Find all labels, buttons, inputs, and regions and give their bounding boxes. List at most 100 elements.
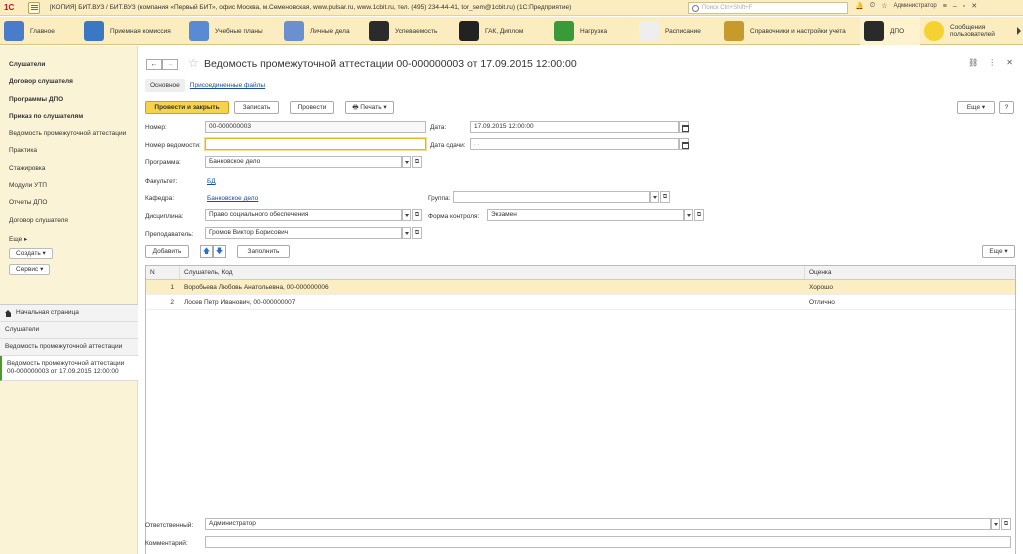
nav-item[interactable]: Приказ по слушателям <box>9 113 137 130</box>
department-link[interactable]: Банковское дело <box>207 195 258 202</box>
nav-item[interactable]: Слушатели <box>9 61 137 78</box>
sheet-number-field[interactable] <box>205 138 426 150</box>
department-label: Кафедра: <box>145 195 175 202</box>
nav-item[interactable]: Отчеты ДПО <box>9 199 137 216</box>
move-down-icon[interactable]: 🡇 <box>213 245 226 258</box>
link-icon[interactable]: ⛓ <box>968 58 978 67</box>
tab-main[interactable]: Основное <box>145 79 185 92</box>
nav-item[interactable]: Ведомость промежуточной аттестации <box>9 130 137 147</box>
calendar-icon[interactable] <box>679 121 689 133</box>
teacher-field[interactable]: Громов Виктор Борисович <box>205 227 402 239</box>
table-more-label: Еще <box>989 248 1003 255</box>
section-item[interactable]: Личные дела <box>280 17 365 45</box>
post-button[interactable]: Провести <box>290 101 334 114</box>
group-open-icon[interactable]: ⧉ <box>660 191 670 203</box>
control-form-open-icon[interactable]: ⧉ <box>694 209 704 221</box>
open-window-item[interactable]: Ведомость промежуточной аттестации <box>0 339 138 356</box>
favorite-star-icon[interactable]: ☆ <box>188 56 199 70</box>
number-field[interactable]: 00-000000003 <box>205 121 426 133</box>
control-form-field[interactable]: Экзамен <box>487 209 684 221</box>
form-title-tools: ⛓ ⋮ ✕ <box>968 58 1013 67</box>
teacher-label: Преподаватель: <box>145 231 194 238</box>
group-dropdown-icon[interactable] <box>650 191 659 203</box>
program-field[interactable]: Банковское дело <box>205 156 402 168</box>
group-field[interactable] <box>453 191 650 203</box>
table-more-button[interactable]: Еще ▾ <box>982 245 1015 258</box>
responsible-field[interactable]: Администратор <box>205 518 991 530</box>
section-item[interactable]: Учебные планы <box>185 17 280 45</box>
control-form-dropdown-icon[interactable] <box>684 209 693 221</box>
table-row[interactable]: 1 Воробьева Любовь Анатольевна, 00-00000… <box>146 280 1015 295</box>
nav-item[interactable]: Договор слушателя <box>9 217 137 234</box>
nav-more-link[interactable]: Еще ▸ <box>9 235 137 243</box>
table-row[interactable]: 2 Лосев Петр Иванович, 00-000000007 Отли… <box>146 295 1015 310</box>
main-menu-icon[interactable] <box>28 1 40 14</box>
forward-arrow-icon[interactable]: → <box>162 59 178 70</box>
program-open-icon[interactable]: ⧉ <box>412 156 422 168</box>
app-logo: 1С <box>4 2 15 12</box>
discipline-field[interactable]: Право социального обеспечения <box>205 209 402 221</box>
open-window-item[interactable]: Слушатели <box>0 322 138 339</box>
save-button[interactable]: Записать <box>234 101 279 114</box>
section-item[interactable]: Справочники и настройки учета <box>720 17 860 45</box>
post-and-close-button[interactable]: Провести и закрыть <box>145 101 229 114</box>
close-window-icon[interactable]: ✕ <box>971 2 977 10</box>
more-actions-icon[interactable]: ⋮ <box>988 58 996 67</box>
program-dropdown-icon[interactable] <box>402 156 411 168</box>
minimize-icon[interactable]: – <box>953 3 957 10</box>
open-window-home[interactable]: Начальная страница <box>0 305 138 322</box>
close-form-icon[interactable]: ✕ <box>1006 58 1013 67</box>
comment-field[interactable] <box>205 536 1011 548</box>
navigation-panel: Слушатели Договор слушателя Программы ДПО П… <box>0 46 138 554</box>
nav-item[interactable]: Практика <box>9 147 137 164</box>
responsible-open-icon[interactable]: ⧉ <box>1001 518 1011 530</box>
column-header-grade[interactable]: Оценка <box>805 266 1015 279</box>
nav-item[interactable]: Программы ДПО <box>9 96 137 113</box>
deliver-date-field[interactable]: . . <box>470 138 679 150</box>
settings-menu-icon[interactable]: ≡ <box>943 3 947 10</box>
calendar-icon[interactable] <box>679 138 689 150</box>
date-field[interactable]: 17.09.2015 12:00:00 <box>470 121 679 133</box>
teacher-open-icon[interactable]: ⧉ <box>412 227 422 239</box>
section-item[interactable]: Сообщения пользователей <box>920 17 995 45</box>
move-up-icon[interactable]: 🡅 <box>200 245 213 258</box>
discipline-open-icon[interactable]: ⧉ <box>412 209 422 221</box>
section-item[interactable]: Расписание <box>635 17 720 45</box>
section-item[interactable]: ГАК, Диплом <box>455 17 550 45</box>
tab-attached-files[interactable]: Присоединенные файлы <box>185 79 270 92</box>
service-button[interactable]: Сервис ▾ <box>9 263 51 275</box>
favorites-icon[interactable]: ☆ <box>881 2 887 10</box>
nav-item[interactable]: Модули УТП <box>9 182 137 199</box>
notifications-icon[interactable]: 🔔 <box>855 2 864 10</box>
fill-button[interactable]: Заполнить <box>237 245 290 258</box>
print-button[interactable]: 🖶 Печать ▾ <box>345 101 394 114</box>
section-item[interactable]: Успеваемость <box>365 17 455 45</box>
section-icon <box>924 21 944 41</box>
discipline-dropdown-icon[interactable] <box>402 209 411 221</box>
column-header-student[interactable]: Слушатель, Код <box>180 266 805 279</box>
section-item[interactable]: ДПО <box>860 17 920 45</box>
column-header-n[interactable]: N <box>146 266 180 279</box>
history-icon[interactable]: ⏲ <box>870 2 875 10</box>
back-arrow-icon[interactable]: ← <box>146 59 162 70</box>
section-label: Расписание <box>665 27 701 35</box>
open-window-item-active[interactable]: Ведомость промежуточной аттестации 00-00… <box>0 356 138 381</box>
more-button[interactable]: Еще ▾ <box>957 101 995 114</box>
create-button[interactable]: Создать ▾ <box>9 247 53 259</box>
section-icon <box>459 21 479 41</box>
faculty-link[interactable]: БД <box>207 178 216 185</box>
maximize-icon[interactable]: ▫ <box>963 3 965 10</box>
teacher-dropdown-icon[interactable] <box>402 227 411 239</box>
responsible-dropdown-icon[interactable] <box>991 518 1000 530</box>
section-item[interactable]: Нагрузка <box>550 17 635 45</box>
current-user[interactable]: Администратор <box>893 3 936 9</box>
nav-item[interactable]: Договор слушателя <box>9 78 137 95</box>
section-item[interactable]: Главное <box>0 17 80 45</box>
section-label: Главное <box>30 27 55 35</box>
nav-item[interactable]: Стажировка <box>9 165 137 182</box>
search-input[interactable]: Поиск Ctrl+Shift+F <box>688 2 848 14</box>
sections-scroll-icon[interactable] <box>1017 27 1021 35</box>
help-button[interactable]: ? <box>999 101 1014 114</box>
add-row-button[interactable]: Добавить <box>145 245 189 258</box>
section-item[interactable]: Приемная комиссия <box>80 17 185 45</box>
